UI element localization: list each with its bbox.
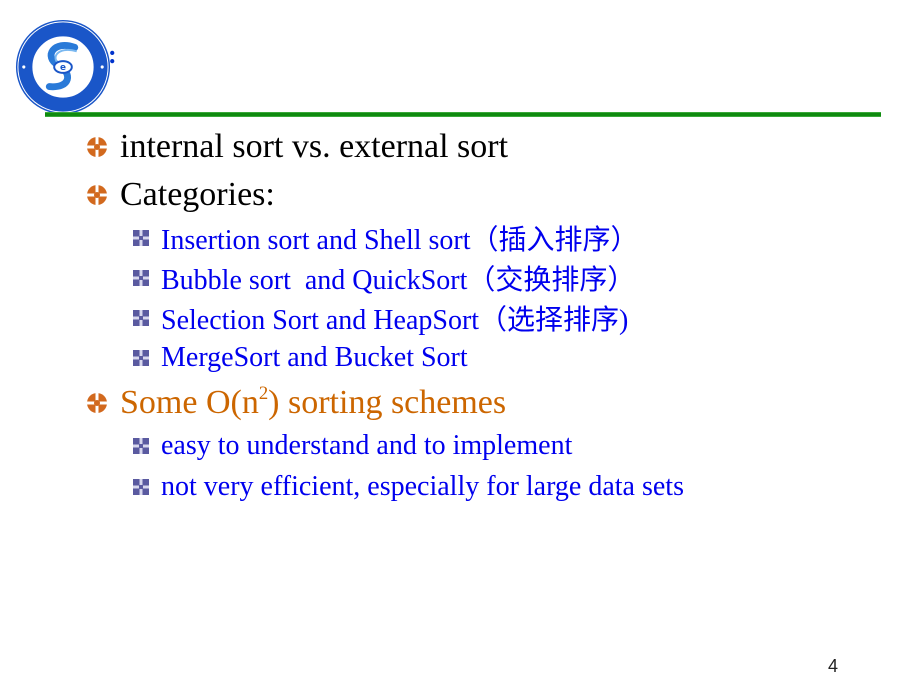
bullet-text: Some O(n2) sorting schemes	[120, 383, 507, 422]
slide-title: :	[108, 40, 117, 69]
square-bullet-icon	[133, 310, 149, 326]
sub-bullet-item: Insertion sort and Shell sort（插入排序）	[133, 221, 639, 256]
round-bullet-icon	[87, 137, 107, 157]
sub-bullet-text: not very efficient, especially for large…	[161, 471, 684, 502]
round-bullet-icon	[87, 393, 107, 413]
square-bullet-icon	[133, 350, 149, 366]
sub-bullet-text: MergeSort and Bucket Sort	[161, 342, 468, 373]
square-bullet-icon	[133, 230, 149, 246]
bullet-text: internal sort vs. external sort	[120, 128, 509, 165]
sub-bullet-text: easy to understand and to implement	[161, 430, 573, 461]
sub-bullet-item: Bubble sort and QuickSort（交换排序）	[133, 261, 636, 296]
bullet-item-highlight: Some O(n2) sorting schemes	[86, 383, 506, 423]
school-logo-icon: e	[15, 19, 111, 115]
square-bullet-icon	[133, 479, 149, 495]
sub-bullet-text: Selection Sort and HeapSort（选择排序)	[161, 305, 629, 336]
sub-bullet-text: Bubble sort and QuickSort（交换排序）	[161, 265, 636, 296]
bullet-item: Categories:	[86, 175, 275, 215]
sub-bullet-item: not very efficient, especially for large…	[133, 470, 684, 504]
sub-bullet-text: Insertion sort and Shell sort（插入排序）	[161, 225, 639, 256]
page-number: 4	[828, 656, 839, 676]
bullet-text: Categories:	[120, 176, 275, 213]
sub-bullet-item: MergeSort and Bucket Sort	[133, 341, 468, 375]
square-bullet-icon	[133, 438, 149, 454]
svg-text:e: e	[60, 63, 66, 73]
round-bullet-icon	[87, 185, 107, 205]
square-bullet-icon	[133, 270, 149, 286]
bullet-item: internal sort vs. external sort	[86, 127, 508, 167]
title-divider	[45, 112, 881, 117]
exponent: 2	[258, 383, 269, 405]
sub-bullet-item: Selection Sort and HeapSort（选择排序)	[133, 301, 629, 336]
sub-bullet-item: easy to understand and to implement	[133, 429, 572, 463]
